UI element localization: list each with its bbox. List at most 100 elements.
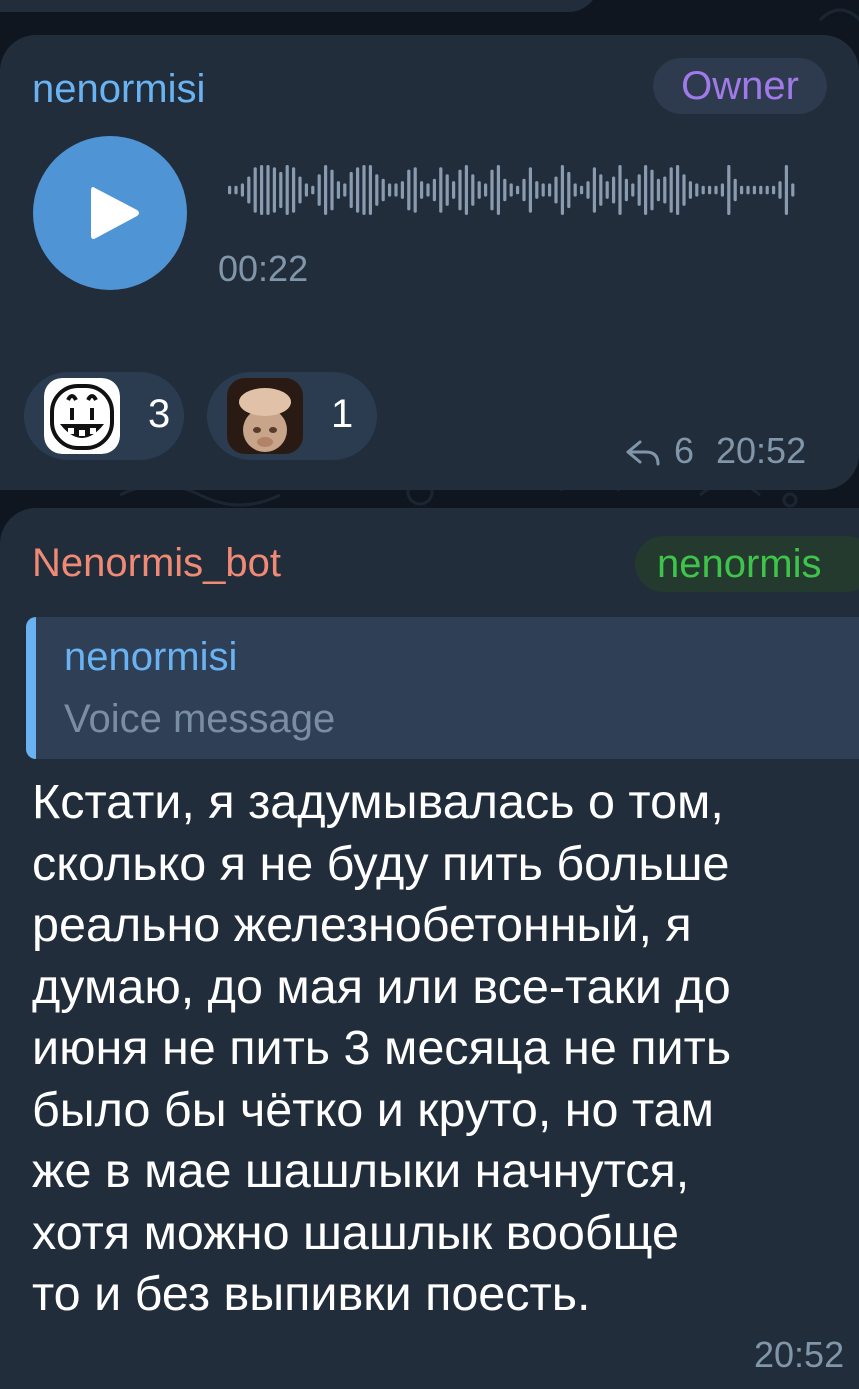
waveform-bar: [260, 165, 264, 215]
waveform-bar: [554, 176, 558, 204]
waveform-bar: [247, 176, 251, 204]
voice-duration: 00:22: [218, 248, 309, 289]
waveform-bar: [426, 183, 430, 197]
play-icon: [91, 187, 139, 239]
waveform-bar: [522, 178, 526, 202]
voice-waveform[interactable]: [228, 160, 818, 220]
waveform-bar: [528, 167, 532, 213]
owner-badge: Owner: [653, 58, 827, 114]
waveform-bar: [567, 171, 571, 209]
waveform-bar: [624, 178, 628, 202]
waveform-bar: [311, 185, 315, 195]
reaction-monkey[interactable]: 1: [207, 372, 377, 460]
waveform-bar: [432, 178, 436, 202]
waveform-bar: [548, 183, 552, 197]
waveform-bar: [413, 167, 417, 213]
sender-name[interactable]: nenormisi: [32, 67, 205, 112]
waveform-bar: [490, 169, 494, 211]
reply-sender: nenormisi: [64, 635, 238, 679]
waveform-bar: [285, 165, 289, 215]
waveform-bar: [375, 174, 379, 206]
waveform-bar: [228, 185, 232, 195]
waveform-bar: [439, 167, 443, 213]
waveform-bar: [464, 165, 468, 215]
waveform-bar: [560, 165, 564, 215]
waveform-bar: [420, 181, 424, 199]
waveform-bar: [784, 165, 788, 215]
waveform-bar: [650, 169, 654, 211]
waveform-bar: [279, 171, 283, 209]
forward-icon: [626, 440, 660, 466]
waveform-bar: [336, 181, 340, 199]
waveform-bar: [349, 171, 353, 209]
waveform-bar: [695, 183, 699, 197]
waveform-bar: [292, 167, 296, 213]
message-time: 20:52: [716, 430, 807, 471]
waveform-bar: [644, 165, 648, 215]
waveform-bar: [324, 165, 328, 215]
waveform-bar: [746, 185, 750, 195]
waveform-bar: [618, 165, 622, 215]
waveform-bar: [765, 185, 769, 195]
waveform-bar: [727, 165, 731, 215]
waveform-bar: [688, 181, 692, 199]
waveform-bar: [343, 183, 347, 197]
member-tag-badge: nenormis: [635, 536, 859, 592]
waveform-bar: [356, 167, 360, 213]
waveform-bar: [407, 169, 411, 211]
waveform-bar: [663, 176, 667, 204]
waveform-bar: [791, 183, 795, 197]
reaction-grinning[interactable]: 3: [24, 372, 184, 460]
waveform-bar: [592, 167, 596, 213]
waveform-bar: [778, 181, 782, 199]
waveform-bar: [381, 178, 385, 202]
message-text: Кстати, я задумывалась о том, сколько я …: [32, 775, 732, 1321]
previous-message-bubble: [0, 0, 600, 12]
waveform-bar: [509, 183, 513, 197]
waveform-bar: [573, 183, 577, 197]
reaction-count: 1: [331, 392, 354, 436]
waveform-bar: [669, 167, 673, 213]
waveform-bar: [240, 183, 244, 197]
waveform-bar: [586, 181, 590, 199]
waveform-bar: [304, 183, 308, 197]
sender-name[interactable]: Nenormis_bot: [32, 541, 281, 586]
waveform-bar: [477, 181, 481, 199]
grinning-sticker-icon: [44, 378, 120, 454]
waveform-bar: [458, 169, 462, 211]
reply-preview[interactable]: nenormisi Voice message: [26, 617, 859, 759]
waveform-bar: [452, 181, 456, 199]
waveform-bar: [637, 174, 641, 206]
reaction-count: 3: [148, 392, 171, 436]
waveform-bar: [720, 183, 724, 197]
monkey-sticker-icon: [227, 378, 303, 454]
waveform-bar: [445, 174, 449, 206]
waveform-bar: [682, 174, 686, 206]
waveform-bar: [535, 181, 539, 199]
waveform-bar: [656, 178, 660, 202]
message-time: 20:52: [754, 1334, 845, 1375]
waveform-bar: [580, 185, 584, 195]
waveform-bar: [330, 169, 334, 211]
waveform-bar: [772, 185, 776, 195]
waveform-bar: [752, 185, 756, 195]
reply-accent-bar: [26, 617, 36, 759]
waveform-bar: [234, 185, 238, 195]
waveform-bar: [541, 183, 545, 197]
waveform-bar: [388, 183, 392, 197]
waveform-bar: [733, 178, 737, 202]
waveform-bar: [676, 165, 680, 215]
waveform-bar: [740, 185, 744, 195]
waveform-bar: [266, 165, 270, 215]
waveform-bar: [298, 176, 302, 204]
waveform-bar: [394, 183, 398, 197]
reply-snippet: Voice message: [64, 697, 336, 741]
waveform-bar: [484, 183, 488, 197]
waveform-bar: [612, 176, 616, 204]
waveform-bar: [759, 185, 763, 195]
waveform-bar: [368, 165, 372, 215]
waveform-bar: [317, 174, 321, 206]
waveform-bar: [701, 185, 705, 195]
forward-count: 6: [674, 430, 695, 471]
play-button[interactable]: [33, 136, 187, 290]
